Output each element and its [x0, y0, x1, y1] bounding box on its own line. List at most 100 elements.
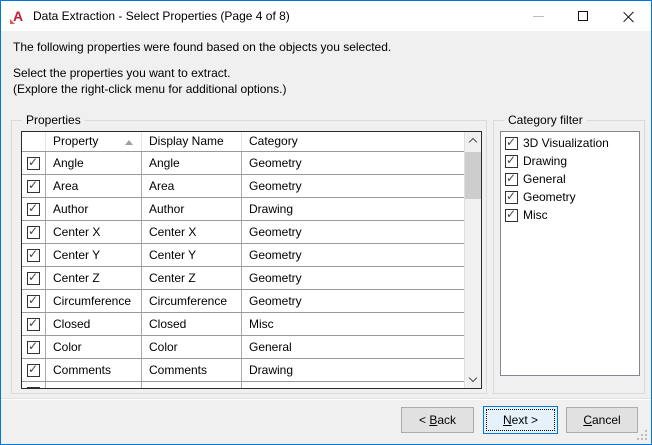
table-row[interactable]: ✓ Angle Angle Geometry [22, 152, 464, 175]
data-extraction-dialog: A Data Extraction - Select Properties (P… [0, 0, 652, 445]
table-row[interactable]: ✓ Closed Closed Misc [22, 313, 464, 336]
resize-grip[interactable] [637, 430, 647, 440]
vertical-scrollbar[interactable] [464, 132, 481, 388]
checkmark-icon: ✓ [28, 200, 39, 215]
window-title: Data Extraction - Select Properties (Pag… [33, 9, 290, 23]
category-filter-item-label: Misc [523, 208, 548, 222]
checkbox-icon[interactable]: ✓ [505, 206, 518, 222]
category-filter-item[interactable]: ✓ 3D Visualization [505, 134, 639, 152]
table-row[interactable]: ✓ Comments Comments Drawing [22, 359, 464, 382]
category-filter-item-label: Geometry [523, 190, 576, 204]
cell-property: Center X [46, 221, 142, 243]
window-controls [516, 1, 651, 31]
header-property[interactable]: Property [46, 132, 142, 151]
checkbox-icon[interactable]: ✓ [27, 270, 40, 285]
cell-property: Area [46, 175, 142, 197]
cell-category: Geometry [249, 179, 302, 193]
checkbox-icon[interactable]: ✓ [27, 339, 40, 354]
table-row[interactable]: ✓Delta XDelta XGeometry [22, 382, 464, 388]
cell-display-name: Author [142, 198, 242, 220]
checkbox-icon[interactable]: ✓ [27, 155, 40, 170]
category-filter-item[interactable]: ✓ Drawing [505, 152, 639, 170]
header-display-name-label: Display Name [149, 134, 224, 148]
checkbox-icon[interactable]: ✓ [27, 385, 40, 388]
category-filter-item-label: General [523, 172, 566, 186]
cell-property: Circumference [46, 290, 142, 312]
header-category[interactable]: Category [242, 132, 481, 151]
table-row[interactable]: ✓ Color Color General [22, 336, 464, 359]
cell-category: Geometry [249, 248, 302, 262]
header-display-name[interactable]: Display Name [142, 132, 242, 151]
header-property-label: Property [53, 134, 99, 148]
checkbox-icon[interactable]: ✓ [27, 200, 40, 216]
instruction-line-2: Select the properties you want to extrac… [13, 66, 231, 80]
checkmark-icon: ✓ [28, 361, 39, 376]
cell-property: Center Z [46, 267, 142, 289]
header-category-label: Category [249, 134, 298, 148]
cell-property: Comments [46, 359, 142, 381]
cancel-button[interactable]: Cancel [566, 407, 638, 433]
category-filter-item-label: 3D Visualization [523, 136, 609, 150]
next-label-mnemonic: N [502, 413, 512, 427]
row-checkbox-cell: ✓ [22, 359, 46, 381]
row-checkbox-cell: ✓ [22, 267, 46, 289]
cell-category: Geometry [249, 156, 302, 170]
cell-category: Geometry [249, 294, 302, 308]
row-checkbox-cell: ✓ [22, 175, 46, 197]
cell-property: Delta X [46, 382, 142, 388]
cell-display-name: Color [142, 336, 242, 358]
table-row[interactable]: ✓ Area Area Geometry [22, 175, 464, 198]
checkmark-icon: ✓ [28, 315, 39, 330]
scrollbar-thumb[interactable] [465, 152, 481, 199]
checkbox-icon[interactable]: ✓ [27, 224, 40, 239]
checkbox-icon[interactable]: ✓ [27, 292, 40, 308]
category-filter-item[interactable]: ✓ General [505, 170, 639, 188]
category-filter-item[interactable]: ✓ Misc [505, 206, 639, 224]
category-filter-item[interactable]: ✓ Geometry [505, 188, 639, 206]
back-label-prefix: < [418, 413, 430, 427]
minimize-button[interactable] [516, 1, 561, 31]
table-row[interactable]: ✓ Circumference Circumference Geometry [22, 290, 464, 313]
row-checkbox-cell: ✓ [22, 336, 46, 358]
table-row[interactable]: ✓ Center Y Center Y Geometry [22, 244, 464, 267]
cell-property: Author [46, 198, 142, 220]
titlebar: A Data Extraction - Select Properties (P… [1, 1, 651, 31]
table-row[interactable]: ✓ Center Z Center Z Geometry [22, 267, 464, 290]
scroll-down-button[interactable] [465, 371, 481, 388]
category-filter-groupbox: Category filter ✓ 3D Visualization ✓ Drawin… [493, 113, 645, 394]
checkmark-icon: ✓ [506, 134, 517, 149]
properties-table-header: Property Display Name Category [22, 132, 481, 152]
checkbox-icon[interactable]: ✓ [27, 178, 40, 193]
checkmark-icon: ✓ [506, 170, 517, 185]
cell-property: Center Y [46, 244, 142, 266]
checkbox-icon[interactable]: ✓ [505, 153, 518, 168]
header-checkbox-column[interactable] [22, 132, 46, 151]
scroll-up-button[interactable] [465, 132, 481, 149]
cell-display-name: Center Z [142, 267, 242, 289]
checkbox-icon[interactable]: ✓ [27, 246, 40, 262]
close-button[interactable] [606, 1, 651, 31]
checkmark-icon: ✓ [506, 206, 517, 221]
checkbox-icon[interactable]: ✓ [27, 315, 40, 331]
cell-category: General [249, 340, 292, 354]
table-row[interactable]: ✓ Center X Center X Geometry [22, 221, 464, 244]
checkbox-icon[interactable]: ✓ [505, 170, 518, 186]
maximize-button[interactable] [561, 1, 606, 31]
back-label-suffix: ack [437, 413, 457, 427]
checkbox-icon[interactable]: ✓ [27, 361, 40, 377]
table-row[interactable]: ✓ Author Author Drawing [22, 198, 464, 221]
checkmark-icon: ✓ [28, 385, 38, 388]
cell-property: Closed [46, 313, 142, 335]
minimize-icon [533, 16, 544, 17]
back-button[interactable]: < Back [401, 407, 474, 433]
checkmark-icon: ✓ [28, 246, 39, 261]
cell-display-name: Area [142, 175, 242, 197]
next-label-suffix: ext > [511, 413, 539, 427]
chevron-up-icon [468, 137, 478, 147]
next-button[interactable]: Next > [483, 406, 558, 434]
properties-table: Property Display Name Category ✓ Angle Ang… [21, 131, 482, 389]
category-filter-list: ✓ 3D Visualization ✓ Drawing ✓ General ✓ Geomet… [500, 131, 640, 376]
checkmark-icon: ✓ [28, 292, 39, 307]
checkbox-icon[interactable]: ✓ [505, 189, 518, 204]
checkbox-icon[interactable]: ✓ [505, 134, 518, 150]
